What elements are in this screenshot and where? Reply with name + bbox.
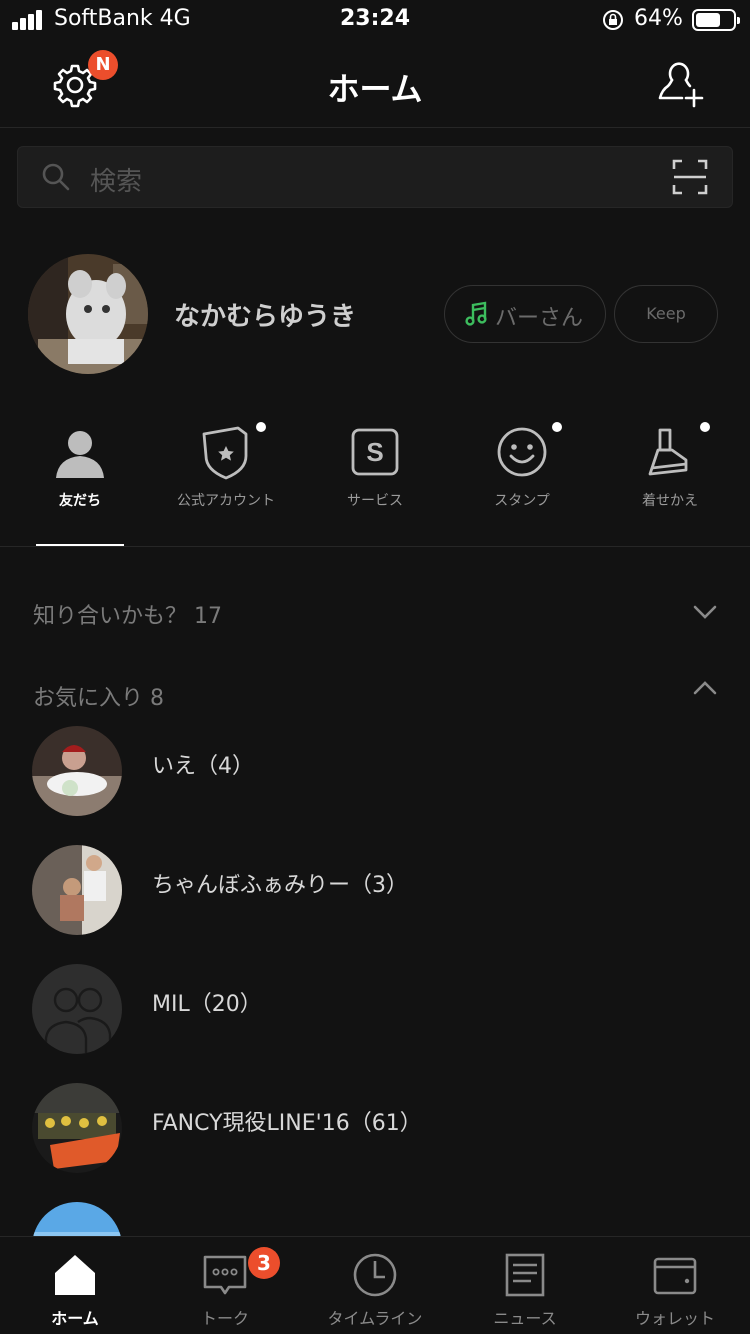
tab-home[interactable]: ホーム bbox=[0, 1237, 150, 1334]
category-stickers[interactable]: スタンプ bbox=[448, 418, 596, 518]
app-header: N ホーム bbox=[0, 40, 750, 128]
music-note-icon bbox=[465, 301, 487, 326]
unread-badge: 3 bbox=[248, 1247, 280, 1279]
category-services[interactable]: S サービス bbox=[301, 418, 449, 518]
wallet-icon bbox=[653, 1257, 697, 1295]
friend-name: MIL（20） bbox=[152, 992, 262, 1017]
profile-name[interactable]: なかむらゆうき bbox=[174, 296, 356, 333]
tab-talk[interactable]: 3 トーク bbox=[150, 1237, 300, 1334]
group-default-avatar bbox=[32, 964, 122, 1054]
keep-button[interactable]: Keep bbox=[614, 285, 718, 343]
search-icon bbox=[42, 163, 70, 191]
new-dot bbox=[552, 422, 562, 432]
category-label: 着せかえ bbox=[642, 493, 698, 509]
tab-label: ニュース bbox=[493, 1309, 557, 1328]
chevron-up-icon[interactable] bbox=[692, 680, 718, 696]
person-icon bbox=[56, 431, 104, 478]
category-themes[interactable]: 着せかえ bbox=[596, 418, 744, 518]
friend-avatar bbox=[32, 726, 122, 816]
tab-timeline[interactable]: タイムライン bbox=[300, 1237, 450, 1334]
profile-music-label: バーさん bbox=[495, 306, 584, 331]
section-header-favorites[interactable]: お気に入り 8 bbox=[33, 680, 164, 712]
tab-label: ウォレット bbox=[634, 1309, 715, 1328]
search-bar[interactable]: 検索 bbox=[17, 146, 733, 208]
battery-percent: 64% bbox=[634, 6, 683, 31]
friend-avatar bbox=[32, 845, 122, 935]
divider bbox=[0, 546, 750, 547]
tab-news[interactable]: ニュース bbox=[450, 1237, 600, 1334]
add-friend-icon[interactable] bbox=[656, 58, 708, 110]
official-shield-icon bbox=[202, 426, 248, 480]
category-label: スタンプ bbox=[494, 493, 550, 509]
friend-row[interactable]: いえ（4） bbox=[0, 716, 750, 826]
profile-avatar[interactable] bbox=[28, 254, 148, 374]
home-icon bbox=[55, 1255, 95, 1295]
tab-label: ホーム bbox=[51, 1309, 99, 1328]
friend-name: いえ（4） bbox=[152, 754, 254, 779]
friend-row[interactable]: MIL（20） bbox=[0, 954, 750, 1064]
svg-text:S: S bbox=[366, 437, 383, 467]
search-placeholder: 検索 bbox=[90, 167, 143, 197]
service-s-icon: S bbox=[351, 428, 399, 476]
battery-icon bbox=[692, 9, 740, 31]
bottom-tab-bar: ホーム 3 トーク タイムライン ニュース ウォレット bbox=[0, 1236, 750, 1334]
friend-avatar bbox=[32, 1083, 122, 1173]
new-dot bbox=[700, 422, 710, 432]
qr-scan-icon[interactable] bbox=[672, 159, 708, 195]
home-screen: SoftBank 4G 23:24 64% N ホーム 検索 なかむらゆうき バ… bbox=[0, 0, 750, 1334]
page-title: ホーム bbox=[327, 70, 423, 108]
tab-label: トーク bbox=[200, 1309, 249, 1328]
smile-icon bbox=[497, 427, 547, 477]
friend-row[interactable]: ちゃんぼふぁみりー（3） bbox=[0, 835, 750, 945]
brush-icon bbox=[648, 428, 688, 476]
talk-bubble-icon bbox=[203, 1255, 247, 1295]
chevron-down-icon[interactable] bbox=[692, 604, 718, 620]
category-official-accounts[interactable]: 公式アカウント bbox=[152, 418, 300, 518]
tab-wallet[interactable]: ウォレット bbox=[600, 1237, 750, 1334]
friend-row[interactable]: FANCY現役LINE'16（61） bbox=[0, 1073, 750, 1183]
status-bar: SoftBank 4G 23:24 64% bbox=[0, 0, 750, 40]
rotation-lock-icon bbox=[603, 10, 623, 30]
category-label: 友だち bbox=[59, 493, 101, 509]
tab-label: タイムライン bbox=[327, 1309, 423, 1328]
category-label: サービス bbox=[347, 493, 403, 509]
clock-icon bbox=[353, 1253, 397, 1297]
section-header-suggested[interactable]: 知り合いかも？ 17 bbox=[33, 598, 222, 630]
friend-name: FANCY現役LINE'16（61） bbox=[152, 1111, 422, 1136]
category-label: 公式アカウント bbox=[177, 493, 275, 509]
news-icon bbox=[505, 1253, 545, 1297]
profile-music-button[interactable]: バーさん bbox=[444, 285, 606, 343]
category-friends[interactable]: 友だち bbox=[6, 418, 154, 518]
new-dot bbox=[256, 422, 266, 432]
friend-name: ちゃんぼふぁみりー（3） bbox=[152, 873, 408, 898]
